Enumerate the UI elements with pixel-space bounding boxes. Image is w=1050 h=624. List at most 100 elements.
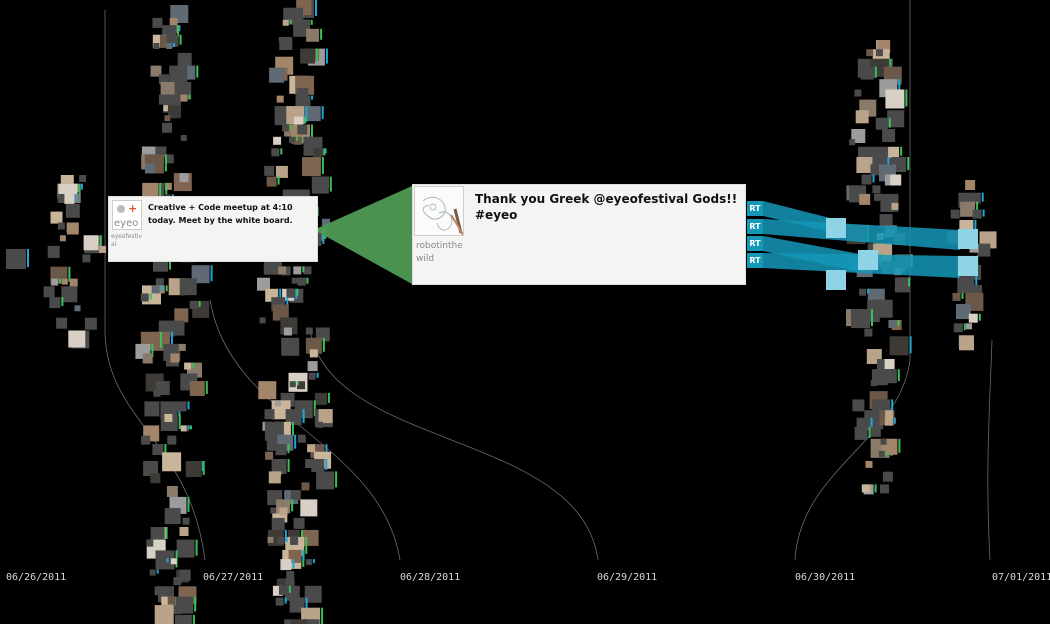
avatar-tile[interactable] bbox=[864, 328, 873, 337]
avatar-tile[interactable] bbox=[176, 401, 187, 412]
avatar-tile[interactable] bbox=[882, 369, 897, 384]
avatar-tile[interactable] bbox=[950, 209, 960, 219]
avatar-tile[interactable] bbox=[268, 471, 281, 484]
avatar-tile[interactable] bbox=[189, 300, 198, 309]
avatar-tile[interactable] bbox=[84, 317, 97, 330]
avatar-tile[interactable] bbox=[851, 309, 870, 329]
avatar-tile[interactable] bbox=[167, 596, 176, 605]
avatar-tile[interactable] bbox=[953, 323, 963, 333]
avatar-tile[interactable] bbox=[141, 435, 151, 445]
avatar-tile[interactable] bbox=[309, 349, 318, 358]
avatar-tile[interactable] bbox=[145, 163, 155, 174]
avatar-tile[interactable] bbox=[174, 614, 192, 624]
avatar-tile[interactable] bbox=[297, 277, 306, 286]
tweet-card-eyeofestival[interactable]: + eyeo eyeofestival Creative + Code meet… bbox=[108, 196, 318, 262]
avatar-tile[interactable] bbox=[166, 486, 178, 497]
retweet-avatar-tile[interactable] bbox=[826, 270, 846, 290]
avatar-tile[interactable] bbox=[184, 362, 192, 370]
avatar-tile[interactable] bbox=[955, 304, 971, 320]
avatar-tile[interactable] bbox=[318, 409, 333, 424]
avatar-tile[interactable] bbox=[889, 336, 909, 356]
avatar-tile[interactable] bbox=[977, 243, 991, 257]
avatar-tile[interactable] bbox=[277, 536, 285, 544]
avatar-tile[interactable] bbox=[142, 353, 153, 364]
avatar-tile[interactable] bbox=[874, 193, 881, 201]
avatar-tile[interactable] bbox=[179, 173, 189, 183]
avatar-tile[interactable] bbox=[311, 176, 329, 194]
avatar-tile[interactable] bbox=[875, 117, 888, 130]
avatar-tile[interactable] bbox=[167, 435, 177, 445]
avatar-tile[interactable] bbox=[266, 176, 277, 187]
avatar-tile[interactable] bbox=[283, 327, 292, 336]
avatar-tile[interactable] bbox=[301, 157, 321, 177]
avatar-tile[interactable] bbox=[160, 82, 175, 96]
avatar-tile[interactable] bbox=[64, 194, 75, 204]
avatar-tile[interactable] bbox=[859, 193, 871, 205]
avatar-tile[interactable] bbox=[146, 539, 154, 547]
avatar-tile[interactable] bbox=[159, 558, 166, 565]
tweet-handle[interactable]: robotinthewild bbox=[416, 240, 466, 266]
retweet-avatar-tile[interactable] bbox=[858, 250, 878, 270]
avatar-tile[interactable] bbox=[888, 146, 900, 158]
avatar-tile[interactable] bbox=[308, 372, 316, 380]
avatar-tile[interactable] bbox=[305, 559, 312, 566]
avatar-tile[interactable] bbox=[79, 175, 87, 182]
avatar-tile[interactable] bbox=[269, 67, 285, 83]
avatar-tile[interactable] bbox=[306, 28, 320, 42]
avatar-tile[interactable] bbox=[49, 297, 61, 309]
avatar-tile[interactable] bbox=[65, 203, 80, 218]
avatar-tile[interactable] bbox=[61, 286, 78, 303]
avatar-tile[interactable] bbox=[47, 245, 60, 258]
avatar-tile[interactable] bbox=[177, 52, 192, 67]
avatar-tile[interactable] bbox=[888, 320, 897, 328]
retweet-avatar-tile[interactable] bbox=[958, 256, 978, 276]
avatar-tile[interactable] bbox=[305, 327, 313, 335]
avatar-tile[interactable] bbox=[140, 293, 149, 302]
retweet-badge[interactable]: RT bbox=[747, 253, 763, 268]
avatar-tile[interactable] bbox=[282, 124, 289, 132]
avatar-tile[interactable] bbox=[878, 450, 885, 457]
avatar-tile[interactable] bbox=[271, 148, 280, 157]
avatar-tile[interactable] bbox=[891, 202, 899, 210]
avatar-tile[interactable] bbox=[305, 106, 321, 122]
avatar-tile[interactable] bbox=[870, 380, 877, 387]
avatar-tile[interactable] bbox=[162, 122, 172, 133]
avatar-tile[interactable] bbox=[286, 571, 295, 580]
avatar-tile[interactable] bbox=[169, 17, 178, 26]
retweet-badge[interactable]: RT bbox=[747, 201, 763, 216]
avatar-tile[interactable] bbox=[854, 426, 868, 440]
avatar-tile[interactable] bbox=[162, 452, 182, 472]
avatar-tile[interactable] bbox=[275, 400, 281, 407]
avatar-tile[interactable] bbox=[172, 605, 182, 615]
avatar-tile[interactable] bbox=[271, 517, 285, 531]
avatar-tile[interactable] bbox=[275, 597, 284, 606]
retweet-badge[interactable]: RT bbox=[747, 219, 763, 234]
avatar-tile[interactable] bbox=[286, 288, 296, 298]
avatar-tile[interactable] bbox=[265, 451, 274, 460]
avatar-tile[interactable] bbox=[66, 222, 79, 235]
avatar-tile[interactable] bbox=[301, 482, 310, 491]
avatar-tile[interactable] bbox=[170, 558, 177, 565]
avatar-tile[interactable] bbox=[890, 174, 902, 186]
avatar-tile[interactable] bbox=[313, 148, 323, 158]
avatar-tile[interactable] bbox=[875, 49, 883, 57]
avatar-tile[interactable] bbox=[51, 278, 59, 286]
avatar-tile[interactable] bbox=[311, 459, 325, 472]
avatar-tile[interactable] bbox=[302, 529, 319, 546]
avatar-tile[interactable] bbox=[56, 317, 68, 329]
avatar-tile[interactable] bbox=[861, 174, 872, 185]
avatar-tile[interactable] bbox=[278, 585, 288, 595]
avatar-tile[interactable] bbox=[170, 353, 180, 363]
avatar-tile[interactable] bbox=[856, 157, 873, 173]
avatar-tile[interactable] bbox=[164, 414, 173, 422]
avatar-tile[interactable] bbox=[854, 89, 862, 97]
avatar-tile[interactable] bbox=[865, 460, 873, 468]
avatar-tile[interactable] bbox=[303, 266, 312, 275]
avatar-tile[interactable] bbox=[180, 425, 187, 432]
avatar-tile[interactable] bbox=[164, 508, 181, 525]
avatar-tile[interactable] bbox=[290, 490, 301, 501]
avatar-tile[interactable] bbox=[275, 444, 287, 456]
avatar-tile[interactable] bbox=[154, 586, 164, 596]
avatar-tile[interactable] bbox=[179, 527, 189, 536]
avatar-tile[interactable] bbox=[179, 278, 197, 296]
